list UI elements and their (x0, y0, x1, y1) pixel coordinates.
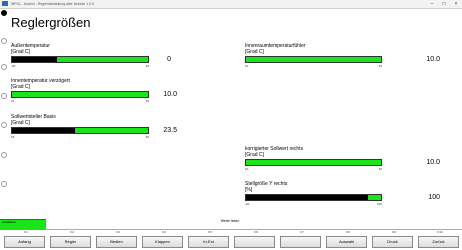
fkey-krext-button[interactable]: Kr.Ext (188, 236, 229, 248)
sensor-bar-fill (246, 160, 381, 165)
sensor-bar (11, 127, 149, 134)
fkey-empty-button[interactable] (280, 236, 321, 248)
sensor-value: 0 (167, 56, 171, 63)
fkey-label: F10 (437, 230, 443, 234)
fkey-labels: F1 F2 F3 F4 F5 F6 F7 F8 F9 F10 (0, 230, 462, 235)
minimize-icon[interactable]: – (426, 0, 438, 8)
sensor-bar-fill (246, 195, 368, 200)
sensor-range-min: -20 (11, 64, 16, 68)
sensor-range-min: 18 (11, 135, 15, 139)
window-title: WPCL - Audimi - Reglerdarstellung aller … (11, 2, 94, 6)
app-icon (2, 1, 8, 6)
function-key-bar: Anfang Regler Bedien Klappen Kr.Ext Ausw… (0, 236, 462, 250)
sensor-value: 10.0 (426, 159, 440, 166)
side-indicator[interactable] (1, 93, 7, 99)
sensor-range-max: 100 (376, 202, 382, 206)
sensor-range-max: 30 (378, 167, 382, 171)
sensor-range-max: 30 (378, 64, 382, 68)
fkey-zurueck-button[interactable]: Zurück (418, 236, 459, 248)
side-indicator-active[interactable] (1, 10, 7, 16)
sensor-bar (11, 56, 149, 63)
fkey-label: F6 (254, 230, 258, 234)
sensor-unit: [Grad C] (245, 49, 264, 55)
sensor-bar (245, 56, 382, 63)
sensor-bar-fill (12, 57, 57, 62)
sensor-range-min: 10 (245, 167, 249, 171)
side-indicator[interactable] (1, 152, 7, 158)
status-message: Werte lesen (220, 219, 240, 223)
sensor-value: 23.5 (163, 127, 177, 134)
sensor-value: 10.0 (163, 91, 177, 98)
sensor-range-max: 30 (145, 135, 149, 139)
sensor-unit: [Grad C] (245, 152, 264, 158)
sensor-range-min: 10 (245, 64, 249, 68)
fkey-label: F8 (346, 230, 350, 234)
fkey-auswahl-button[interactable]: Auswahl (326, 236, 367, 248)
sensor-range-min: -20 (245, 202, 250, 206)
side-indicator[interactable] (1, 38, 7, 44)
fkey-empty-button[interactable] (234, 236, 275, 248)
fkey-klappen-button[interactable]: Klappen (142, 236, 183, 248)
fkey-label: F5 (208, 230, 212, 234)
sensor-bar-fill (12, 92, 148, 97)
side-indicator[interactable] (1, 181, 7, 187)
fkey-label: F2 (70, 230, 74, 234)
sensor-unit: [Grad C] (11, 120, 30, 126)
title-bar: WPCL - Audimi - Reglerdarstellung aller … (0, 0, 462, 9)
sensor-unit: [Grad C] (11, 84, 30, 90)
sensor-value: 10.0 (426, 56, 440, 63)
page-title: Reglergrößen (11, 15, 91, 30)
fkey-label: F4 (162, 230, 166, 234)
sensor-range-max: 40 (145, 64, 149, 68)
fkey-label: F7 (300, 230, 304, 234)
sensor-bar-fill (12, 128, 75, 133)
close-icon[interactable]: × (450, 0, 462, 8)
fkey-regler-button[interactable]: Regler (50, 236, 91, 248)
sensor-range-min: 10 (11, 99, 15, 103)
sensor-bar-fill (246, 57, 381, 62)
sensor-bar (11, 91, 149, 98)
sensor-range-max: 30 (145, 99, 149, 103)
side-indicator[interactable] (1, 64, 7, 70)
sensor-unit: [Grad C] (11, 49, 30, 55)
sensor-value: 100 (428, 194, 440, 201)
fkey-label: F3 (116, 230, 120, 234)
side-indicator[interactable] (1, 122, 7, 128)
fkey-anfang-button[interactable]: Anfang (4, 236, 45, 248)
fkey-label: F1 (24, 230, 28, 234)
maximize-icon[interactable]: □ (438, 0, 450, 8)
sensor-bar (245, 194, 382, 201)
fkey-druck-button[interactable]: Druck (372, 236, 413, 248)
status-left-text: Installation (2, 220, 17, 224)
fkey-label: F9 (392, 230, 396, 234)
sensor-unit: [%] (245, 187, 253, 193)
fkey-bedien-button[interactable]: Bedien (96, 236, 137, 248)
sensor-bar (245, 159, 382, 166)
status-indicator: Installation (0, 219, 46, 230)
